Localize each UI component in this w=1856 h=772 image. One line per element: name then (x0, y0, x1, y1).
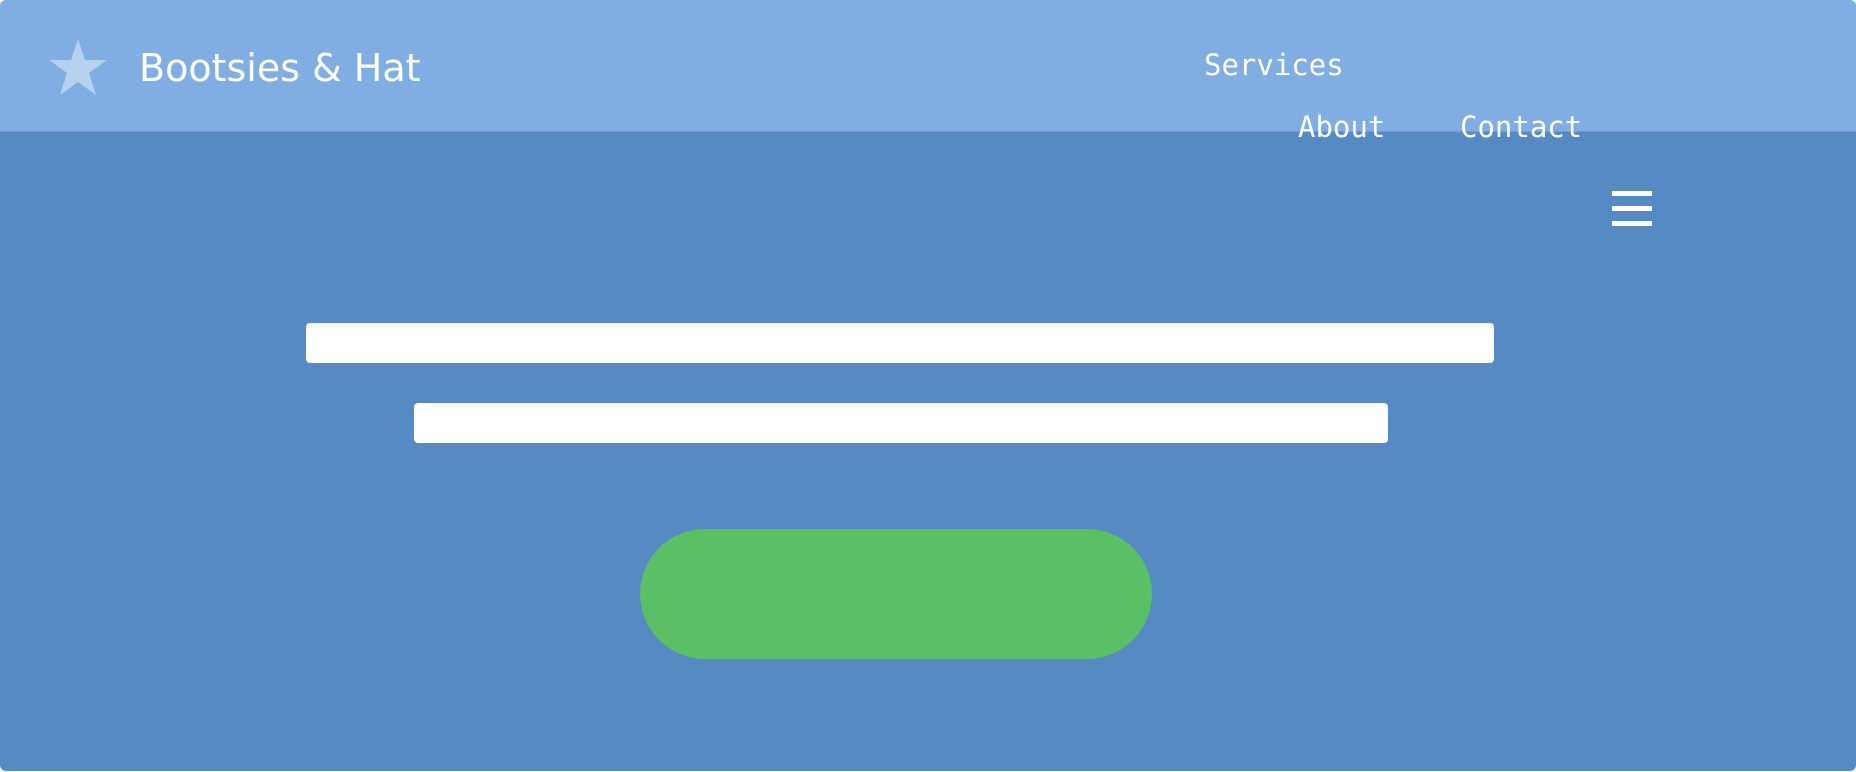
nav-link-about[interactable]: About (1298, 107, 1385, 147)
menu-line (1612, 221, 1652, 226)
brand-name[interactable]: Bootsies & Hat (139, 40, 421, 96)
subheadline-placeholder-bar (414, 403, 1388, 443)
cta-button[interactable] (640, 529, 1152, 659)
menu-line (1612, 206, 1652, 211)
hamburger-menu-icon[interactable] (1610, 188, 1654, 232)
headline-placeholder-bar (306, 323, 1494, 363)
star-icon (49, 39, 107, 95)
app-window: Bootsies & Hat Services About Contact (0, 0, 1856, 771)
menu-line (1612, 191, 1652, 196)
site-header: Bootsies & Hat Services About Contact (0, 0, 1856, 144)
nav-link-services[interactable]: Services (1204, 45, 1344, 85)
nav-link-contact[interactable]: Contact (1460, 107, 1582, 147)
